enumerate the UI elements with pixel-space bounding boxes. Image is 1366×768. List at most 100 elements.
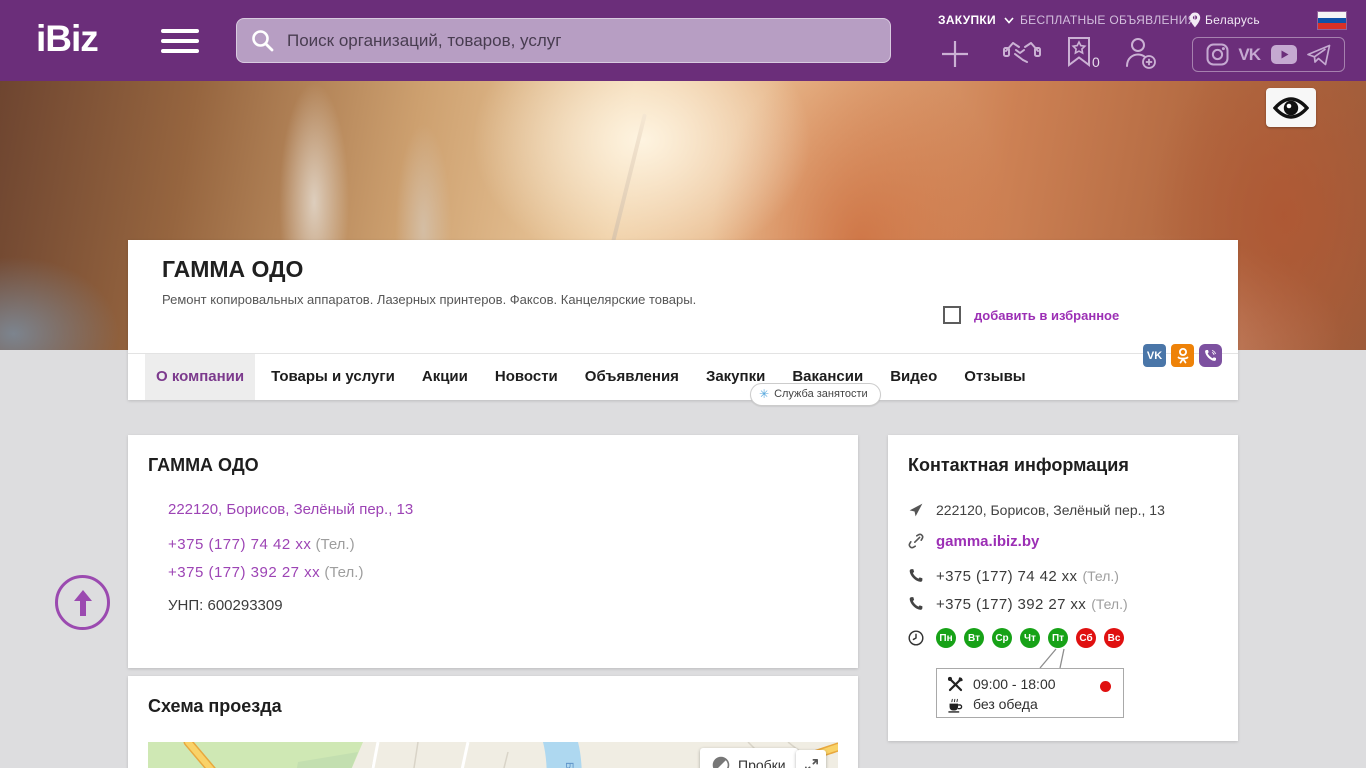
tab-video[interactable]: Видео — [879, 354, 948, 400]
company-subtitle: Ремонт копировальных аппаратов. Лазерных… — [162, 292, 697, 307]
company-address-link[interactable]: 222120, Борисов, Зелёный пер., 13 — [168, 501, 413, 518]
tab-tovary-i-uslugi[interactable]: Товары и услуги — [260, 354, 406, 400]
register-user-icon[interactable] — [1123, 36, 1157, 70]
working-days-row: Пн Вт Ср Чт Пт Сб Вс — [908, 628, 1124, 648]
phone-icon — [909, 569, 923, 582]
nav-zakupki-label: ЗАКУПКИ — [938, 13, 996, 27]
phone-type-label: (Тел.) — [324, 564, 364, 581]
company-title: ГАММА ОДО — [162, 256, 304, 282]
bookmarks-count: 0 — [1092, 54, 1100, 70]
employment-service-badge: ✳ Служба занятости — [750, 383, 881, 406]
clock-icon — [908, 630, 924, 646]
phone-row: +375 (177) 392 27 xx (Тел.) — [168, 564, 363, 581]
hamburger-menu-icon[interactable] — [161, 29, 199, 53]
day-wed[interactable]: Ср — [992, 628, 1012, 648]
vk-logo-icon: VK — [1146, 349, 1163, 362]
snowflake-icon: ✳ — [759, 387, 770, 401]
contact-info-card: Контактная информация 222120, Борисов, З… — [888, 435, 1238, 741]
scroll-to-top-button[interactable] — [55, 575, 110, 630]
ok-logo-icon — [1177, 347, 1188, 363]
hours-value: 09:00 - 18:00 — [973, 676, 1056, 692]
russian-flag-icon[interactable] — [1318, 12, 1346, 29]
working-hours-tooltip: 09:00 - 18:00 без обеда — [936, 668, 1124, 718]
coffee-cup-icon — [948, 698, 963, 713]
contact-phone[interactable]: +375 (177) 392 27 xx — [936, 596, 1086, 613]
contact-address-row: 222120, Борисов, Зелёный пер., 13 — [908, 502, 1165, 518]
lunch-row: без обеда — [947, 694, 1113, 714]
favorites-label: добавить в избранное — [974, 307, 1120, 323]
contact-address: 222120, Борисов, Зелёный пер., 13 — [936, 502, 1165, 518]
page: iBiz ЗАКУПКИ БЕСПЛАТНЫЕ ОБЪЯВЛЕНИЯ Белар… — [0, 0, 1366, 768]
contact-phone-row: +375 (177) 392 27 xx (Тел.) — [908, 596, 1128, 613]
unp-number: УНП: 600293309 — [168, 597, 283, 614]
contact-phone[interactable]: +375 (177) 74 42 xx — [936, 568, 1077, 585]
day-sat[interactable]: Сб — [1076, 628, 1096, 648]
phone-type-label: (Тел.) — [315, 536, 355, 553]
traffic-light-icon — [712, 756, 730, 768]
search-icon — [252, 30, 274, 52]
tools-icon — [947, 676, 963, 691]
tab-novosti[interactable]: Новости — [484, 354, 569, 400]
share-buttons: VK — [1143, 344, 1222, 367]
vk-icon[interactable]: VK — [1238, 45, 1261, 65]
search-input[interactable] — [236, 18, 891, 63]
partnership-handshake-icon[interactable] — [1003, 38, 1041, 68]
bookmarks-star-icon[interactable] — [1067, 36, 1091, 68]
tab-otzyvy[interactable]: Отзывы — [953, 354, 1036, 400]
share-viber-button[interactable] — [1199, 344, 1222, 367]
phone-row: +375 (177) 74 42 xx (Тел.) — [168, 536, 355, 553]
link-icon — [908, 533, 924, 549]
navigation-arrow-icon — [909, 503, 923, 517]
contact-phone-row: +375 (177) 74 42 xx (Тел.) — [908, 568, 1119, 585]
river-label: Березина — [563, 762, 575, 768]
tab-o-kompanii[interactable]: О компании — [145, 354, 256, 400]
contact-website-row: gamma.ibiz.by — [908, 533, 1039, 550]
working-days: Пн Вт Ср Чт Пт Сб Вс — [936, 628, 1124, 648]
tab-obyavleniya[interactable]: Объявления — [574, 354, 690, 400]
company-website-link[interactable]: gamma.ibiz.by — [936, 533, 1039, 550]
eye-icon — [1273, 96, 1309, 119]
lunch-value: без обеда — [973, 696, 1038, 712]
traffic-button-label: Пробки — [738, 757, 786, 768]
phone-type-label: (Тел.) — [1091, 596, 1128, 612]
day-mon[interactable]: Пн — [936, 628, 956, 648]
arrow-up-icon — [73, 589, 92, 616]
phone-link[interactable]: +375 (177) 74 42 xx — [168, 536, 311, 553]
share-ok-button[interactable] — [1171, 344, 1194, 367]
nav-zakupki[interactable]: ЗАКУПКИ — [938, 13, 1014, 27]
add-plus-icon[interactable] — [940, 39, 970, 69]
views-eye-button[interactable] — [1266, 88, 1316, 127]
day-tue[interactable]: Вт — [964, 628, 984, 648]
country-selector[interactable]: Беларусь — [1205, 13, 1260, 27]
map-expand-button[interactable] — [796, 750, 826, 768]
closed-now-dot — [1100, 681, 1111, 692]
contact-card-title: Контактная информация — [908, 455, 1129, 475]
day-thu[interactable]: Чт — [1020, 628, 1040, 648]
favorites-checkbox[interactable] — [943, 306, 961, 324]
traffic-toggle-button[interactable]: Пробки — [700, 748, 798, 768]
site-logo[interactable]: iBiz — [36, 18, 99, 60]
map-card: Схема проезда Пробки — [128, 676, 858, 768]
map-section-title: Схема проезда — [148, 696, 282, 716]
phone-type-label: (Тел.) — [1082, 568, 1119, 584]
viber-phone-icon — [1205, 350, 1216, 361]
social-links-box: VK — [1192, 37, 1345, 72]
employment-service-label: Служба занятости — [774, 388, 868, 400]
tab-akcii[interactable]: Акции — [411, 354, 479, 400]
company-tabs: О компании Товары и услуги Акции Новости… — [128, 353, 1238, 400]
phone-link[interactable]: +375 (177) 392 27 xx — [168, 564, 320, 581]
day-fri[interactable]: Пт — [1048, 628, 1068, 648]
day-sun[interactable]: Вс — [1104, 628, 1124, 648]
company-info-card: ГАММА ОДО 222120, Борисов, Зелёный пер.,… — [128, 435, 858, 668]
telegram-icon[interactable] — [1307, 44, 1331, 66]
instagram-icon[interactable] — [1206, 43, 1229, 66]
location-pin-icon — [1189, 12, 1201, 28]
nav-free-ads[interactable]: БЕСПЛАТНЫЕ ОБЪЯВЛЕНИЯ — [1020, 13, 1197, 27]
expand-icon — [804, 758, 818, 768]
phone-icon — [909, 597, 923, 610]
share-vk-button[interactable]: VK — [1143, 344, 1166, 367]
add-to-favorites[interactable]: добавить в избранное — [943, 306, 1119, 324]
info-card-title: ГАММА ОДО — [148, 455, 259, 475]
top-header: iBiz ЗАКУПКИ БЕСПЛАТНЫЕ ОБЪЯВЛЕНИЯ Белар… — [0, 0, 1366, 81]
youtube-icon[interactable] — [1270, 44, 1298, 65]
